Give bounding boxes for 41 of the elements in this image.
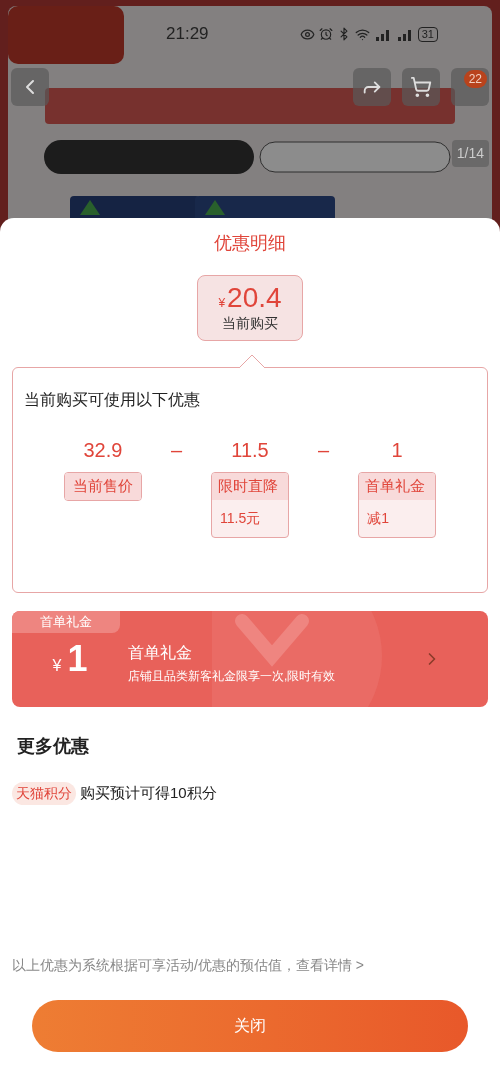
- status-time: 21:29: [166, 23, 209, 46]
- points-tag: 天猫积分: [12, 782, 76, 805]
- breakdown-label: 首单礼金: [359, 473, 436, 500]
- alarm-icon: [318, 27, 333, 41]
- cart-button[interactable]: [402, 68, 440, 106]
- cart-icon: [410, 76, 432, 98]
- breakdown-label: 当前售价: [64, 473, 141, 500]
- eye-icon: [299, 26, 315, 42]
- more-discounts-heading: 更多优惠: [17, 735, 89, 758]
- share-button[interactable]: [353, 68, 391, 106]
- battery-indicator: 31: [417, 26, 438, 42]
- coupon-description: 店铺且品类新客礼金限享一次,限时有效: [128, 668, 336, 685]
- details-link[interactable]: 查看详情 >: [295, 955, 364, 976]
- breakdown-detail: 11.5元: [219, 508, 262, 528]
- breakdown-value: 11.5: [231, 438, 269, 462]
- coupon-title: 首单礼金: [128, 643, 193, 663]
- price-amount: 20.4: [227, 282, 282, 313]
- disclaimer-text: 以上优惠为系统根据可享活动/优惠的预估值，: [12, 956, 296, 975]
- coupon-tag: 首单礼金: [12, 611, 120, 633]
- breakdown-label: 限时直降: [212, 473, 288, 500]
- wifi-icon: [354, 26, 370, 42]
- notification-badge: 22: [463, 70, 487, 88]
- points-text: 购买预计可得10积分: [80, 783, 217, 804]
- coupon-currency: ¥: [52, 656, 62, 676]
- price-label: 当前购买: [222, 313, 278, 333]
- signal-icon: [373, 27, 392, 41]
- minus-sign: –: [170, 438, 182, 462]
- back-button[interactable]: [11, 68, 49, 106]
- breakdown-value: 32.9: [83, 438, 123, 462]
- coupon-amount: 1: [67, 639, 88, 679]
- breakdown-heading: 当前购买可使用以下优惠: [24, 390, 201, 410]
- signal-icon: [395, 27, 414, 41]
- close-button[interactable]: 关闭: [32, 1000, 468, 1052]
- coupon-card[interactable]: 首单礼金 ¥ 1 首单礼金 店铺且品类新客礼金限享一次,限时有效: [12, 611, 488, 707]
- page-indicator: 1/14: [451, 140, 489, 167]
- more-button[interactable]: 22: [451, 68, 489, 106]
- breakdown-value: 1: [391, 438, 403, 462]
- breakdown-detail: 减1: [366, 508, 390, 528]
- sheet-title: 优惠明细: [214, 232, 286, 255]
- currency-symbol: ¥: [218, 294, 226, 312]
- minus-sign: –: [318, 438, 330, 462]
